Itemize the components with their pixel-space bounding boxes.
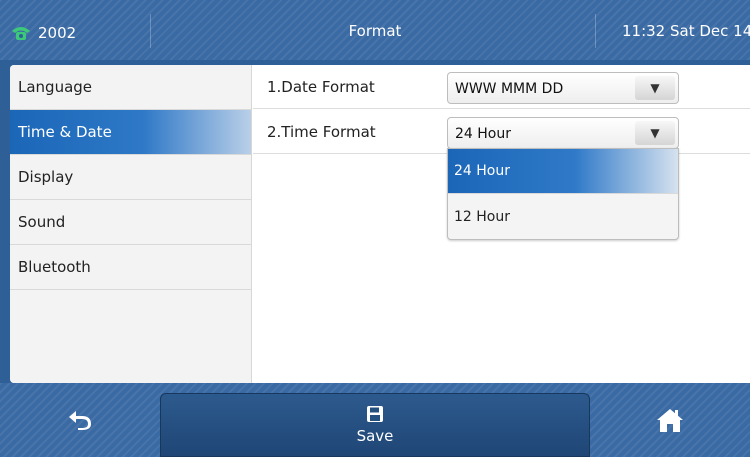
back-button[interactable] [0,383,160,457]
home-button[interactable] [590,383,750,457]
back-icon [69,411,91,430]
time-format-select[interactable]: 24 Hour ▼ [447,117,679,149]
sidebar-item-label: Bluetooth [18,258,91,276]
time-format-label: 2.Time Format [267,123,376,141]
home-icon [657,409,683,432]
floppy-disk-icon [367,406,383,422]
sidebar-item-label: Sound [18,213,66,231]
sidebar-item-display[interactable]: Display [10,155,251,200]
date-format-label: 1.Date Format [267,78,375,96]
sidebar: Language Time & Date Display Sound Bluet… [10,65,252,383]
sidebar-item-sound[interactable]: Sound [10,200,251,245]
dropdown-arrow-button[interactable]: ▼ [635,121,675,145]
divider [595,14,596,48]
sidebar-item-language[interactable]: Language [10,65,251,110]
sidebar-item-time-date[interactable]: Time & Date [10,110,251,155]
status-bar: 2002 Format 11:32 Sat Dec 14 [0,0,750,60]
main-panel: Language Time & Date Display Sound Bluet… [10,65,750,383]
dropdown-arrow-button[interactable]: ▼ [635,76,675,100]
page-title: Format [348,22,402,40]
sidebar-item-label: Display [18,168,74,186]
date-format-select[interactable]: WWW MMM DD ▼ [447,72,679,104]
time-format-dropdown-list: 24 Hour 12 Hour [447,148,679,240]
dropdown-option-24-hour[interactable]: 24 Hour [448,149,678,194]
softkey-bar: Save [0,383,750,457]
triangle-down-icon: ▼ [650,126,660,140]
time-format-value: 24 Hour [455,126,511,142]
option-label: 24 Hour [454,163,510,179]
triangle-down-icon: ▼ [650,81,660,95]
sidebar-item-label: Language [18,78,93,96]
settings-content: 1.Date Format WWW MMM DD ▼ 2.Time Format… [253,65,750,383]
sidebar-item-bluetooth[interactable]: Bluetooth [10,245,251,290]
clock: 11:32 Sat Dec 14 [622,22,750,40]
sidebar-item-label: Time & Date [18,123,112,141]
date-format-row: 1.Date Format WWW MMM DD ▼ [253,65,750,109]
save-label: Save [356,427,394,445]
dropdown-option-12-hour[interactable]: 12 Hour [448,194,678,239]
save-button[interactable]: Save [160,393,590,457]
option-label: 12 Hour [454,208,510,225]
date-format-value: WWW MMM DD [455,81,564,97]
